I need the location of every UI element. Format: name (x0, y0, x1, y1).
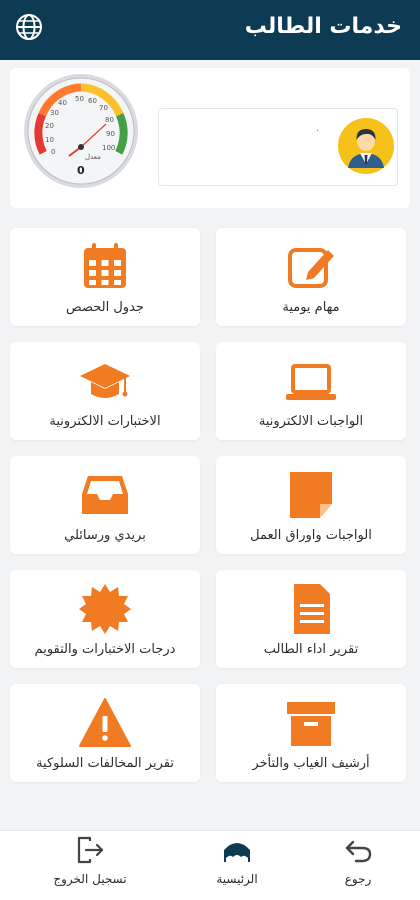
logout-icon (77, 836, 104, 864)
tile-label: درجات الاختبارات والتقويم (34, 642, 176, 657)
home-icon (224, 843, 250, 862)
archive-box-icon (287, 702, 335, 746)
gauge-tick: 70 (99, 104, 108, 112)
tile-student-performance-report[interactable]: تقرير اداء الطالب (216, 570, 406, 668)
nav-home[interactable]: الرئيسية (177, 836, 297, 896)
tile-daily-tasks[interactable]: مهام يومية (216, 228, 406, 326)
tile-class-schedule[interactable]: جدول الحصص (10, 228, 200, 326)
calendar-icon (84, 243, 126, 288)
tile-label: مهام يومية (282, 300, 340, 315)
nav-logout[interactable]: تسجيل الخروج (30, 836, 150, 896)
tile-electronic-exams[interactable]: الاختبارات الالكترونية (10, 342, 200, 440)
tile-label: الواجبات واوراق العمل (250, 528, 372, 543)
nav-back-label: رجوع (344, 872, 372, 886)
graduation-cap-icon (80, 364, 130, 398)
tile-label: الاختبارات الالكترونية (49, 414, 161, 429)
tile-mail-messages[interactable]: بريدي ورسائلي (10, 456, 200, 554)
globe-icon[interactable] (14, 12, 44, 42)
student-info-text: · (316, 126, 320, 137)
gauge-tick: 80 (105, 116, 114, 124)
page-title: خدمات الطالب (244, 14, 402, 39)
warning-icon (79, 698, 131, 747)
tile-electronic-homework[interactable]: الواجبات الالكترونية (216, 342, 406, 440)
tile-label: بريدي ورسائلي (64, 528, 146, 543)
tile-label: تقرير اداء الطالب (263, 642, 359, 657)
tile-behavior-violations-report[interactable]: تقرير المخالفات السلوكية (10, 684, 200, 782)
tile-absence-archive[interactable]: أرشيف الغياب والتأخر (216, 684, 406, 782)
gauge-tick: 10 (45, 136, 54, 144)
tile-label: تقرير المخالفات السلوكية (36, 756, 174, 771)
gauge-tick: 100 (102, 144, 115, 152)
gauge-tick: 40 (58, 99, 67, 107)
gauge-caption: معدل (85, 153, 101, 161)
tile-label: أرشيف الغياب والتأخر (252, 756, 370, 771)
nav-logout-label: تسجيل الخروج (53, 872, 127, 886)
gauge-value: 0 (77, 164, 85, 177)
nav-back[interactable]: رجوع (298, 836, 418, 896)
student-avatar-icon (338, 118, 394, 174)
back-arrow-icon (345, 840, 372, 863)
sticky-note-icon (290, 472, 332, 518)
tile-label: الواجبات الالكترونية (258, 414, 364, 429)
laptop-icon (286, 364, 336, 400)
nav-home-label: الرئيسية (216, 872, 258, 886)
edit-square-icon (288, 248, 334, 288)
gauge-tick: 60 (88, 97, 97, 105)
inbox-tray-icon (82, 476, 128, 514)
gauge-tick: 50 (75, 95, 84, 103)
app-header: خدمات الطالب (0, 0, 420, 60)
gauge-tick: 90 (106, 130, 115, 138)
badge-icon (79, 584, 131, 634)
tile-label: جدول الحصص (66, 300, 144, 315)
gauge-tick: 20 (45, 122, 54, 130)
gauge-tick: 0 (51, 148, 55, 156)
gauge-tick: 30 (50, 109, 59, 117)
document-icon (294, 584, 330, 634)
tile-exam-grades[interactable]: درجات الاختبارات والتقويم (10, 570, 200, 668)
grade-gauge: 0 10 20 30 40 50 60 70 80 90 100 معدل 0 (24, 74, 138, 188)
tile-homework-worksheets[interactable]: الواجبات واوراق العمل (216, 456, 406, 554)
